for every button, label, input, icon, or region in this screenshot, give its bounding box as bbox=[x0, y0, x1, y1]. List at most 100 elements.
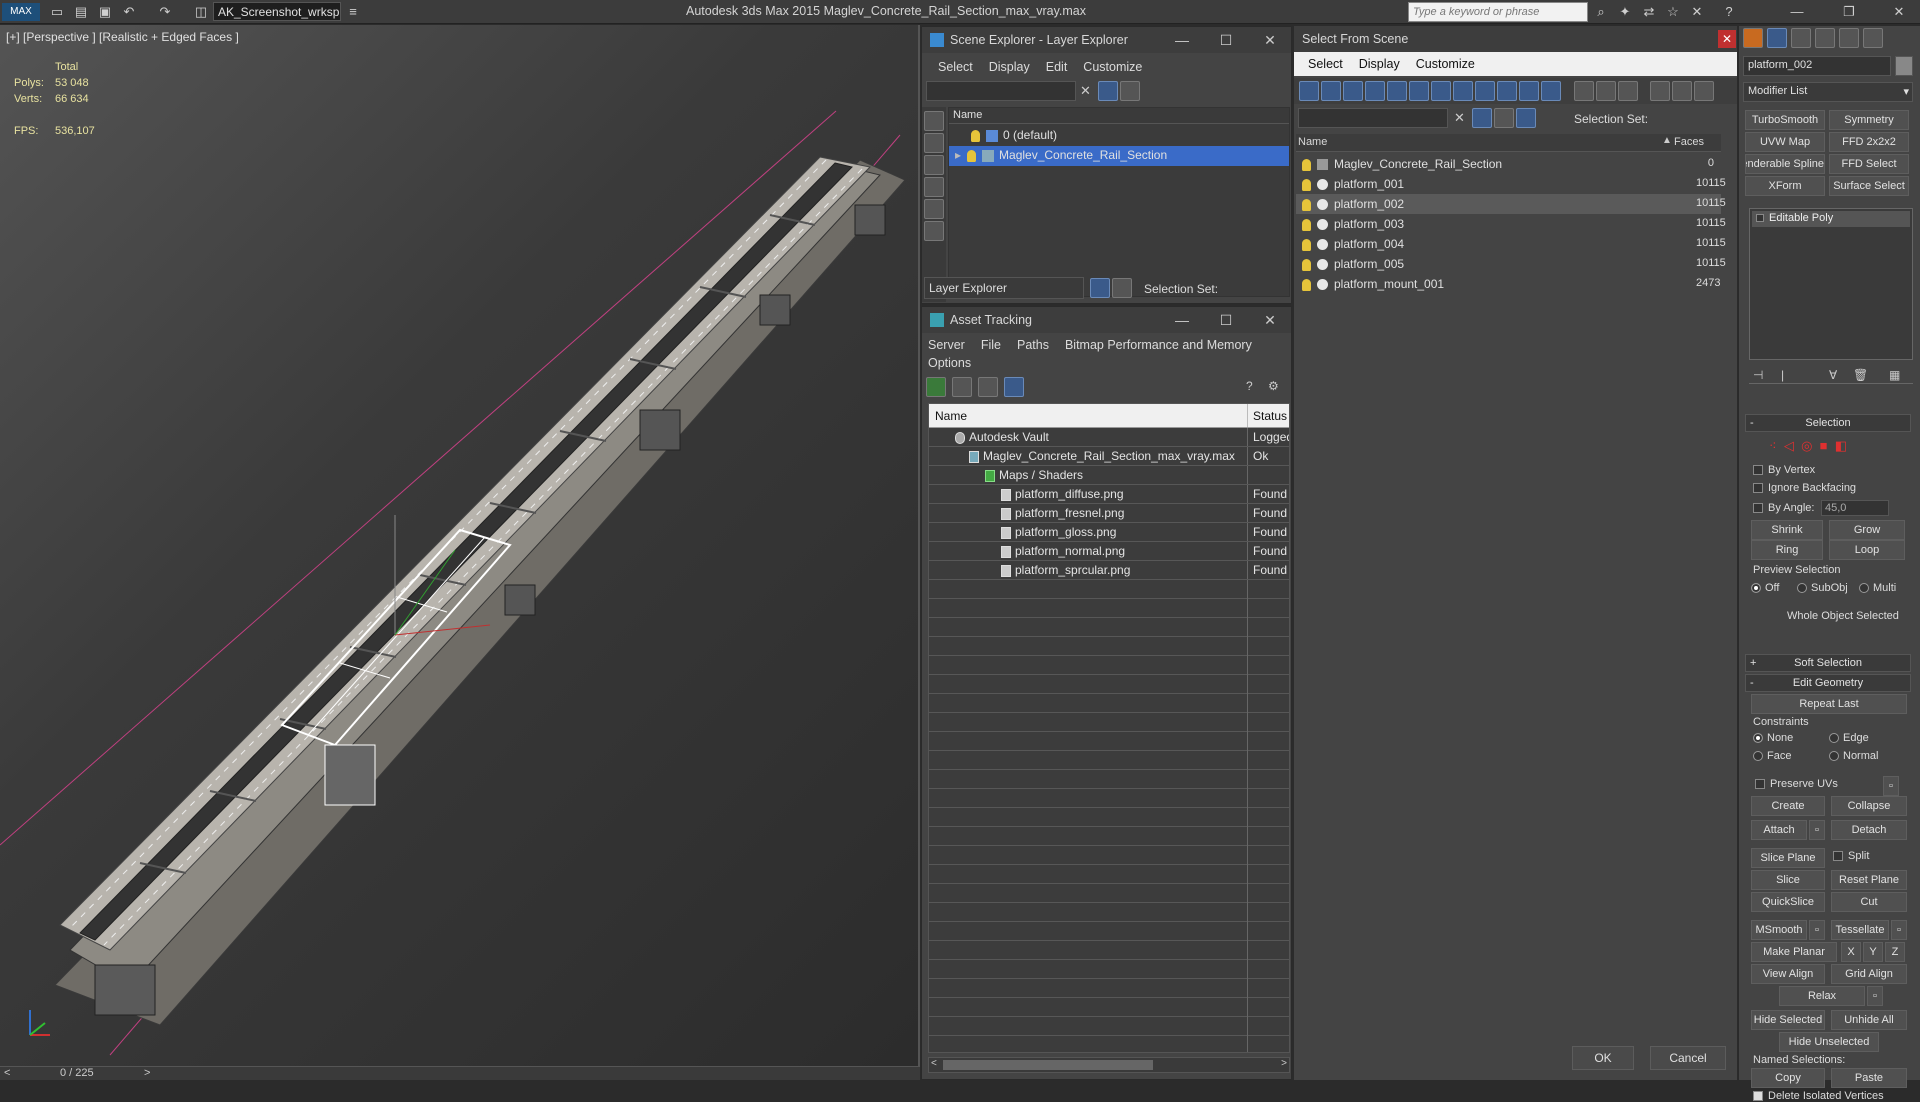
ring-button[interactable]: Ring bbox=[1751, 540, 1823, 560]
minimize-icon[interactable]: — bbox=[1788, 3, 1806, 21]
sfs-menu-customize[interactable]: Customize bbox=[1416, 57, 1475, 71]
preserve-uvs-checkbox[interactable]: Preserve UVs bbox=[1755, 778, 1838, 790]
border-mode-icon[interactable]: ◎ bbox=[1801, 438, 1812, 453]
object-name-field[interactable]: platform_002 bbox=[1743, 56, 1891, 76]
table-row[interactable]: platform_diffuse.png Found bbox=[929, 485, 1289, 504]
table-row[interactable]: platform_gloss.png Found bbox=[929, 523, 1289, 542]
sfs-menu-display[interactable]: Display bbox=[1359, 57, 1400, 71]
preview-subobj-radio[interactable]: SubObj bbox=[1797, 582, 1848, 594]
relax-button[interactable]: Relax bbox=[1779, 986, 1865, 1006]
se-geometry-filter-icon[interactable] bbox=[924, 111, 944, 131]
at-menu-paths[interactable]: Paths bbox=[1017, 338, 1049, 352]
light-bulb-icon[interactable] bbox=[1302, 218, 1311, 231]
se-menu-customize[interactable]: Customize bbox=[1083, 60, 1142, 74]
at-column-divider[interactable] bbox=[1247, 404, 1248, 427]
se-menu-select[interactable]: Select bbox=[938, 60, 973, 74]
se-search-input[interactable] bbox=[926, 81, 1076, 101]
se-layer-mode-icon[interactable] bbox=[1090, 278, 1110, 298]
sfs-groups-icon[interactable] bbox=[1431, 81, 1451, 101]
se-spacewarps-filter-icon[interactable] bbox=[924, 221, 944, 241]
polygon-mode-icon[interactable]: ■ bbox=[1820, 438, 1828, 453]
expand-arrow-icon[interactable]: ▸ bbox=[955, 148, 961, 162]
ffd-select-button[interactable]: FFD Select bbox=[1829, 154, 1909, 174]
help-icon[interactable]: ? bbox=[1720, 3, 1738, 21]
element-mode-icon[interactable]: ◧ bbox=[1835, 438, 1847, 453]
sfs-clear-search-icon[interactable]: ✕ bbox=[1454, 110, 1465, 126]
at-horizontal-scrollbar[interactable]: < > bbox=[928, 1057, 1290, 1073]
keyword-search-input[interactable]: Type a keyword or phrase bbox=[1408, 2, 1588, 22]
msmooth-button[interactable]: MSmooth bbox=[1751, 920, 1807, 940]
remove-modifier-icon[interactable]: 🗑 bbox=[1853, 368, 1868, 382]
preview-off-radio[interactable]: Off bbox=[1751, 582, 1779, 594]
ignore-backfacing-checkbox[interactable]: Ignore Backfacing bbox=[1753, 482, 1856, 494]
preserve-uvs-settings-icon[interactable]: ▫ bbox=[1883, 776, 1899, 796]
at-name-header[interactable]: Name bbox=[935, 409, 967, 423]
sfs-frozen-icon[interactable] bbox=[1519, 81, 1539, 101]
preview-multi-radio[interactable]: Multi bbox=[1859, 582, 1896, 594]
loop-button[interactable]: Loop bbox=[1829, 540, 1905, 560]
slice-button[interactable]: Slice bbox=[1751, 870, 1825, 890]
create-tab-icon[interactable] bbox=[1743, 28, 1763, 48]
tools-icon[interactable]: ✦ bbox=[1616, 3, 1634, 21]
grid-align-button[interactable]: Grid Align bbox=[1831, 964, 1907, 984]
exchange-icon[interactable]: ⇄ bbox=[1640, 3, 1658, 21]
turbosmooth-button[interactable]: TurboSmooth bbox=[1745, 110, 1825, 130]
se-clear-search-icon[interactable]: ✕ bbox=[1080, 83, 1091, 99]
make-unique-icon[interactable]: ∀ bbox=[1829, 368, 1837, 382]
table-row[interactable]: platform_sprcular.png Found bbox=[929, 561, 1289, 580]
edge-mode-icon[interactable]: ◁ bbox=[1784, 438, 1794, 453]
sfs-options-icon[interactable] bbox=[1694, 81, 1714, 101]
list-item[interactable]: platform_004 10115 bbox=[1296, 234, 1726, 254]
configure-sets-icon[interactable]: ▦ bbox=[1889, 368, 1900, 382]
at-maximize-icon[interactable]: ☐ bbox=[1204, 307, 1248, 333]
sfs-layers-icon[interactable] bbox=[1494, 108, 1514, 128]
by-angle-checkbox[interactable]: By Angle: bbox=[1753, 502, 1814, 514]
perspective-viewport[interactable]: [+] [Perspective ] [Realistic + Edged Fa… bbox=[0, 25, 920, 1066]
relax-settings-icon[interactable]: ▫ bbox=[1867, 986, 1883, 1006]
time-slider[interactable]: < 0 / 225 > bbox=[0, 1066, 920, 1080]
sfs-invert-icon[interactable] bbox=[1618, 81, 1638, 101]
modifier-list-dropdown[interactable]: Modifier List ▾ bbox=[1743, 82, 1913, 102]
constraint-normal-radio[interactable]: Normal bbox=[1829, 750, 1878, 762]
list-item[interactable]: platform_001 10115 bbox=[1296, 174, 1726, 194]
attach-button[interactable]: Attach bbox=[1751, 820, 1807, 840]
reset-plane-button[interactable]: Reset Plane bbox=[1831, 870, 1907, 890]
split-checkbox[interactable]: Split bbox=[1833, 850, 1869, 862]
sfs-hidden-icon[interactable] bbox=[1541, 81, 1561, 101]
se-maximize-icon[interactable]: ☐ bbox=[1204, 27, 1248, 53]
collapse-button[interactable]: Collapse bbox=[1831, 796, 1907, 816]
msmooth-settings-icon[interactable]: ▫ bbox=[1809, 920, 1825, 940]
utilities-tab-icon[interactable] bbox=[1863, 28, 1883, 48]
se-shapes-filter-icon[interactable] bbox=[924, 133, 944, 153]
list-item[interactable]: platform_mount_001 2473 bbox=[1296, 274, 1721, 294]
star-icon[interactable]: ☆ bbox=[1664, 3, 1682, 21]
open-file-icon[interactable]: ▤ bbox=[72, 3, 90, 21]
surface-select-button[interactable]: Surface Select bbox=[1829, 176, 1909, 196]
shrink-button[interactable]: Shrink bbox=[1751, 520, 1823, 540]
se-cameras-filter-icon[interactable] bbox=[924, 177, 944, 197]
light-bulb-icon[interactable] bbox=[1302, 238, 1311, 251]
hide-selected-button[interactable]: Hide Selected bbox=[1751, 1010, 1825, 1030]
sfs-hierarchy-icon[interactable] bbox=[1516, 108, 1536, 128]
workspace-dropdown[interactable]: AK_Screenshot_wrksp bbox=[213, 2, 341, 21]
at-menu-server[interactable]: Server bbox=[928, 338, 965, 352]
light-bulb-icon[interactable] bbox=[1302, 278, 1311, 291]
workspace-menu-icon[interactable]: ≡ bbox=[344, 3, 362, 21]
slice-plane-button[interactable]: Slice Plane bbox=[1751, 848, 1825, 868]
sfs-geometry-icon[interactable] bbox=[1299, 81, 1319, 101]
sfs-menu-select[interactable]: Select bbox=[1308, 57, 1343, 71]
sfs-close-icon[interactable]: ✕ bbox=[1718, 30, 1736, 48]
stack-item[interactable]: Editable Poly bbox=[1752, 211, 1910, 227]
display-tab-icon[interactable] bbox=[1839, 28, 1859, 48]
sfs-select-all-icon[interactable] bbox=[1574, 81, 1594, 101]
create-button[interactable]: Create bbox=[1751, 796, 1825, 816]
constraint-face-radio[interactable]: Face bbox=[1753, 750, 1791, 762]
hide-unselected-button[interactable]: Hide Unselected bbox=[1779, 1032, 1879, 1052]
at-menu-file[interactable]: File bbox=[981, 338, 1001, 352]
hierarchy-tab-icon[interactable] bbox=[1791, 28, 1811, 48]
stack-item-toggle[interactable] bbox=[1756, 214, 1764, 223]
se-filter-icon[interactable] bbox=[1098, 81, 1118, 101]
se-lights-filter-icon[interactable] bbox=[924, 155, 944, 175]
se-layer-row-selected[interactable]: ▸ Maglev_Concrete_Rail_Section bbox=[949, 146, 1289, 166]
edit-geometry-rollout-header[interactable]: - Edit Geometry bbox=[1745, 674, 1911, 692]
